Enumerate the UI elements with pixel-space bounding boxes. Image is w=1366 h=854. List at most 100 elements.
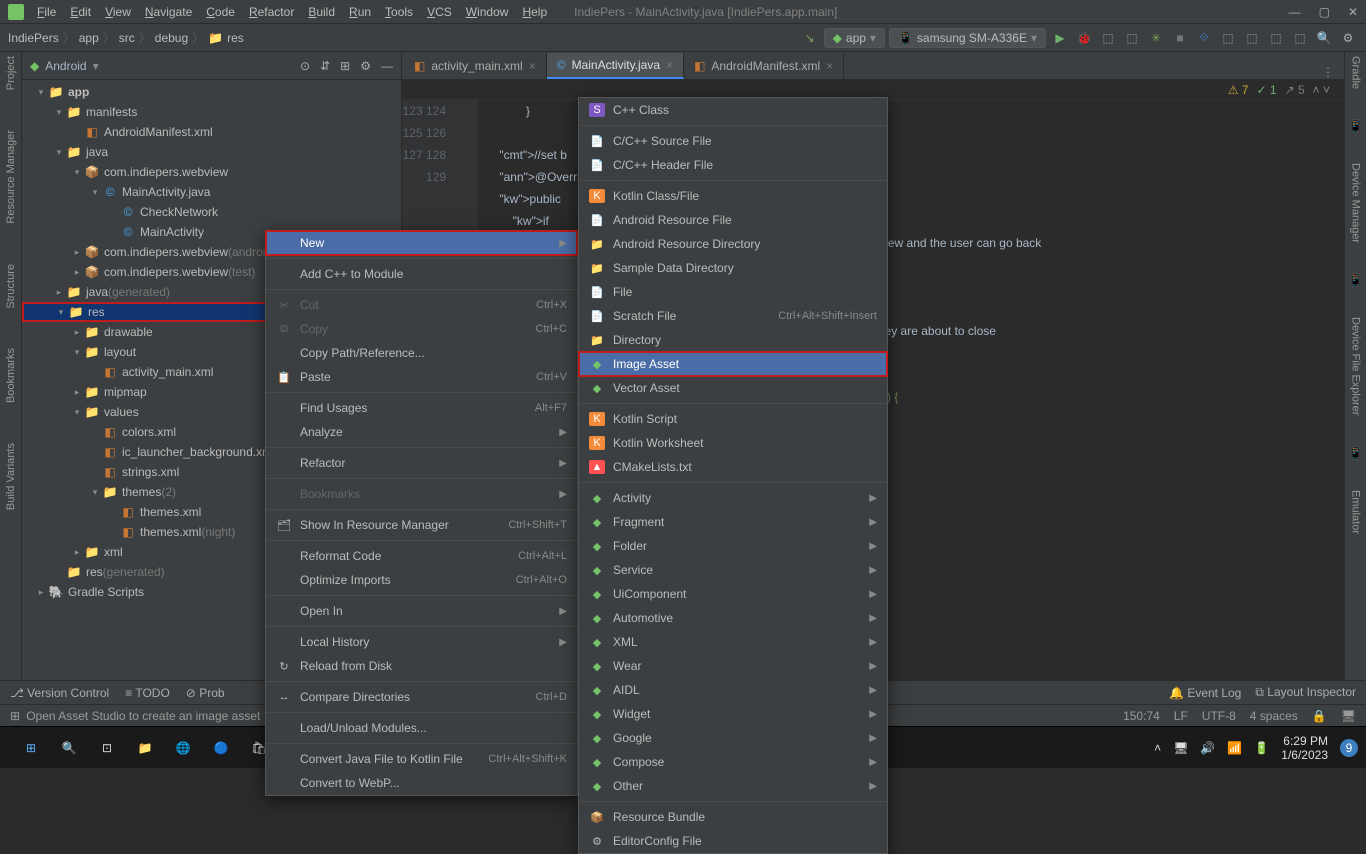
menu-item-aidl[interactable]: ◆AIDL▶ bbox=[579, 678, 887, 702]
tree-collapse-icon[interactable]: — bbox=[381, 59, 393, 73]
sdk-icon[interactable]: ⬚ bbox=[1242, 28, 1262, 48]
menu-item-kotlin-worksheet[interactable]: KKotlin Worksheet bbox=[579, 431, 887, 455]
project-tool-button[interactable]: Project bbox=[5, 56, 17, 90]
menu-tools[interactable]: Tools bbox=[378, 5, 420, 19]
windows-icon[interactable]: ⊞ bbox=[10, 709, 20, 723]
task-edge[interactable]: 🌐 bbox=[168, 733, 198, 763]
menu-item-vector-asset[interactable]: ◆Vector Asset bbox=[579, 376, 887, 400]
menu-edit[interactable]: Edit bbox=[63, 5, 98, 19]
settings-icon[interactable]: ⚙ bbox=[1338, 28, 1358, 48]
menu-window[interactable]: Window bbox=[459, 5, 516, 19]
menu-item-folder[interactable]: ◆Folder▶ bbox=[579, 534, 887, 558]
breadcrumb-item[interactable]: IndiePers bbox=[8, 31, 59, 45]
tray-clock[interactable]: 6:29 PM 1/6/2023 bbox=[1281, 734, 1328, 762]
device-file-icon[interactable]: 📱 bbox=[1348, 273, 1363, 287]
menu-help[interactable]: Help bbox=[515, 5, 554, 19]
menu-item-xml[interactable]: ◆XML▶ bbox=[579, 630, 887, 654]
menu-item-load-unload-modules-[interactable]: Load/Unload Modules... bbox=[266, 716, 577, 740]
task-chrome[interactable]: 🔵 bbox=[206, 733, 236, 763]
resource-manager-tool-button[interactable]: Resource Manager bbox=[5, 130, 17, 224]
tree-row[interactable]: ◧AndroidManifest.xml bbox=[22, 122, 401, 142]
menu-item-directory[interactable]: 📁Directory bbox=[579, 328, 887, 352]
menu-item-google[interactable]: ◆Google▶ bbox=[579, 726, 887, 750]
tray-wifi-icon[interactable]: 📶 bbox=[1227, 741, 1242, 755]
menu-item-reload-from-disk[interactable]: ↻Reload from Disk bbox=[266, 654, 577, 678]
tree-row[interactable]: ▾©MainActivity.java bbox=[22, 182, 401, 202]
menu-item-kotlin-script[interactable]: KKotlin Script bbox=[579, 407, 887, 431]
tray-display-icon[interactable]: 🖥 bbox=[1173, 741, 1188, 755]
maximize-button[interactable]: ▢ bbox=[1319, 5, 1330, 19]
task-search[interactable]: 🔍 bbox=[54, 733, 84, 763]
device-manager-icon[interactable]: 📱 bbox=[1348, 119, 1363, 133]
menu-item-refactor[interactable]: Refactor▶ bbox=[266, 451, 577, 475]
menu-item-file[interactable]: 📄File bbox=[579, 280, 887, 304]
breadcrumb-item[interactable]: res bbox=[227, 31, 244, 45]
debug-icon[interactable]: 🐞 bbox=[1074, 28, 1094, 48]
menu-item-add-c-to-module[interactable]: Add C++ to Module bbox=[266, 262, 577, 286]
menu-item-c-class[interactable]: SC++ Class bbox=[579, 98, 887, 122]
menu-vcs[interactable]: VCS bbox=[420, 5, 459, 19]
hammer-icon[interactable]: ↘ bbox=[800, 28, 820, 48]
menu-item-compare-directories[interactable]: ↔Compare DirectoriesCtrl+D bbox=[266, 685, 577, 709]
menu-item-optimize-imports[interactable]: Optimize ImportsCtrl+Alt+O bbox=[266, 568, 577, 592]
task-explorer[interactable]: 📁 bbox=[130, 733, 160, 763]
menu-item-open-in[interactable]: Open In▶ bbox=[266, 599, 577, 623]
warning-badge[interactable]: ⚠ 7 bbox=[1228, 83, 1249, 97]
tree-row[interactable]: ▾📁java bbox=[22, 142, 401, 162]
device-file-tool-button[interactable]: Device File Explorer bbox=[1350, 317, 1362, 415]
close-button[interactable]: ✕ bbox=[1348, 5, 1358, 19]
gradle-tool-button[interactable]: Gradle bbox=[1350, 56, 1362, 89]
menu-item-convert-java-file-to-kotlin-file[interactable]: Convert Java File to Kotlin FileCtrl+Alt… bbox=[266, 747, 577, 771]
layout-inspector-button[interactable]: ⧉ Layout Inspector bbox=[1255, 685, 1356, 700]
menu-item-c-c-header-file[interactable]: 📄C/C++ Header File bbox=[579, 153, 887, 177]
tree-row[interactable]: ▾📦com.indiepers.webview bbox=[22, 162, 401, 182]
status-line-sep[interactable]: LF bbox=[1174, 709, 1188, 723]
tray-battery-icon[interactable]: 🔋 bbox=[1254, 741, 1269, 755]
menu-item-cmakelists-txt[interactable]: ▲CMakeLists.txt bbox=[579, 455, 887, 479]
menu-item-editorconfig-file[interactable]: ⚙EditorConfig File bbox=[579, 829, 887, 853]
menu-file[interactable]: File bbox=[30, 5, 63, 19]
device-dropdown[interactable]: 📱samsung SM-A336E ▾ bbox=[889, 28, 1046, 48]
menu-item-sample-data-directory[interactable]: 📁Sample Data Directory bbox=[579, 256, 887, 280]
menu-item-service[interactable]: ◆Service▶ bbox=[579, 558, 887, 582]
event-log-button[interactable]: 🔔 Event Log bbox=[1169, 686, 1241, 700]
menu-item-activity[interactable]: ◆Activity▶ bbox=[579, 486, 887, 510]
bookmarks-tool-button[interactable]: Bookmarks bbox=[5, 348, 17, 403]
status-encoding[interactable]: UTF-8 bbox=[1202, 709, 1236, 723]
menu-item-widget[interactable]: ◆Widget▶ bbox=[579, 702, 887, 726]
structure-tool-button[interactable]: Structure bbox=[5, 264, 17, 309]
menu-view[interactable]: View bbox=[98, 5, 138, 19]
menu-item-android-resource-directory[interactable]: 📁Android Resource Directory bbox=[579, 232, 887, 256]
run-config-dropdown[interactable]: ◆app ▾ bbox=[824, 28, 885, 48]
menu-run[interactable]: Run bbox=[342, 5, 378, 19]
menu-item-new[interactable]: New▶ bbox=[266, 231, 577, 255]
editor-tab[interactable]: ◧AndroidManifest.xml× bbox=[684, 53, 844, 79]
todo-button[interactable]: ≡ TODO bbox=[125, 686, 170, 700]
menu-item-kotlin-class-file[interactable]: KKotlin Class/File bbox=[579, 184, 887, 208]
profiler-icon[interactable]: ⬚ bbox=[1098, 28, 1118, 48]
menu-build[interactable]: Build bbox=[301, 5, 342, 19]
menu-code[interactable]: Code bbox=[199, 5, 242, 19]
tree-split-icon[interactable]: ⊞ bbox=[340, 59, 350, 73]
start-button[interactable]: ⊞ bbox=[16, 733, 46, 763]
sync-icon[interactable]: ⟐ bbox=[1194, 28, 1214, 48]
info-badge[interactable]: ↗ 5 bbox=[1285, 83, 1305, 97]
editor-tab[interactable]: ◧activity_main.xml× bbox=[404, 53, 547, 79]
tray-volume-icon[interactable]: 🔊 bbox=[1200, 741, 1215, 755]
menu-item-c-c-source-file[interactable]: 📄C/C++ Source File bbox=[579, 129, 887, 153]
tree-row[interactable]: ©CheckNetwork bbox=[22, 202, 401, 222]
status-position[interactable]: 150:74 bbox=[1123, 709, 1160, 723]
menu-item-resource-bundle[interactable]: 📦Resource Bundle bbox=[579, 805, 887, 829]
build-variants-tool-button[interactable]: Build Variants bbox=[5, 443, 17, 510]
breadcrumb-item[interactable]: src bbox=[119, 31, 135, 45]
tree-mode-label[interactable]: Android bbox=[45, 59, 86, 73]
scope-icon[interactable]: ⊙ bbox=[300, 59, 310, 73]
filter-icon[interactable]: ⇵ bbox=[320, 59, 330, 73]
problems-button[interactable]: ⊘ Prob bbox=[186, 686, 225, 700]
breadcrumb-item[interactable]: app bbox=[79, 31, 99, 45]
tree-row[interactable]: ▾📁app bbox=[22, 82, 401, 102]
more1-icon[interactable]: ⬚ bbox=[1266, 28, 1286, 48]
device-manager-tool-button[interactable]: Device Manager bbox=[1350, 163, 1362, 243]
more2-icon[interactable]: ⬚ bbox=[1290, 28, 1310, 48]
minimize-button[interactable]: — bbox=[1289, 5, 1301, 19]
